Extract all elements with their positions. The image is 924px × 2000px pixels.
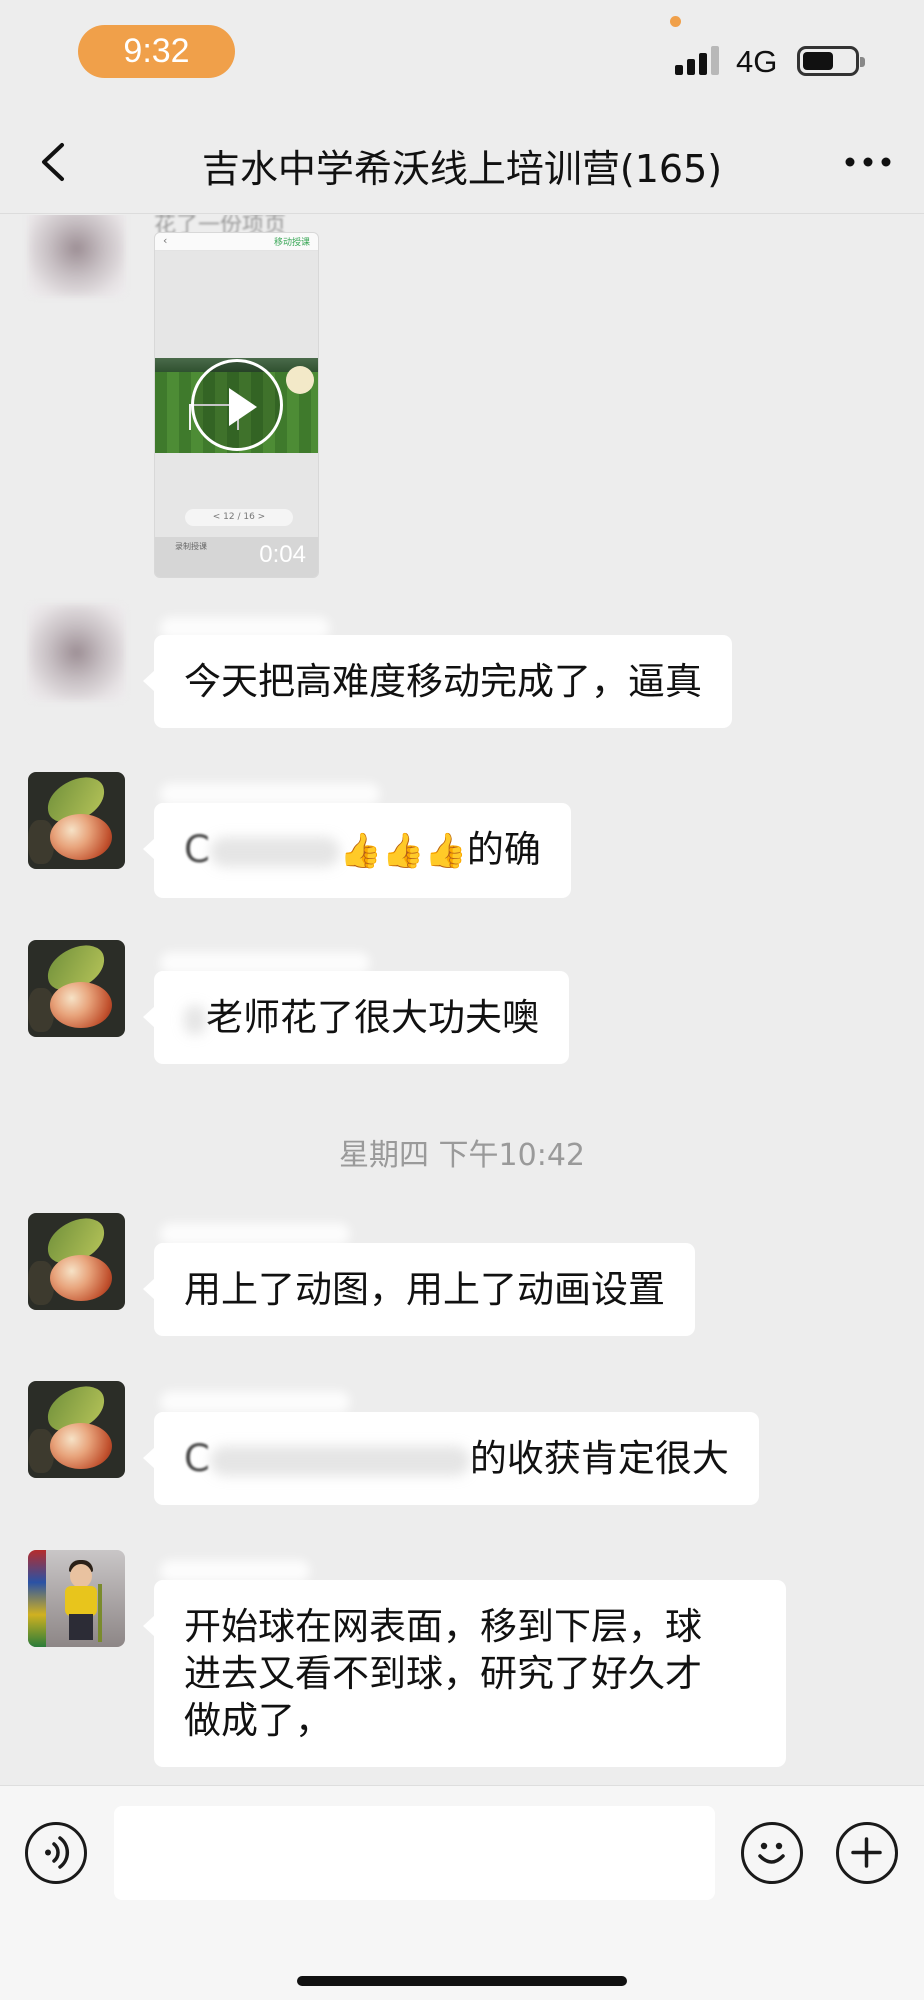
sender-avatar[interactable] bbox=[28, 772, 125, 869]
signal-bar bbox=[687, 59, 695, 75]
network-type: 4G bbox=[736, 44, 778, 79]
avatar-shelf bbox=[28, 1550, 46, 1647]
add-button[interactable] bbox=[836, 1822, 898, 1884]
thumbs-up-emoji: 👍 bbox=[424, 831, 467, 871]
avatar-head bbox=[70, 1564, 92, 1588]
message-text-line: 开始球在网表面，移到下层，球 bbox=[184, 1605, 702, 1648]
video-thumb-bottom-label: 录制授课 bbox=[175, 542, 207, 551]
sender-avatar[interactable] bbox=[28, 215, 125, 297]
sender-avatar[interactable] bbox=[28, 1381, 125, 1478]
chat-header: 吉水中学希沃线上培训营(165) bbox=[0, 110, 924, 214]
play-icon[interactable] bbox=[191, 359, 283, 451]
video-message[interactable]: ‹ 移动授课 < 12 / 16 > 录制授课 0:04 bbox=[154, 232, 319, 578]
privacy-indicator-dot bbox=[670, 16, 681, 27]
message-list[interactable]: 花了一份项页 ‹ 移动授课 < 12 / 16 > 录制授课 0:04 今天把高… bbox=[0, 215, 924, 1785]
sender-name-redacted bbox=[160, 783, 380, 805]
video-thumb-label: 移动授课 bbox=[273, 238, 310, 248]
message-bubble[interactable]: 开始球在网表面，移到下层，球 进去又看不到球，研究了好久才 做成了， bbox=[143, 1580, 786, 1767]
battery-level bbox=[803, 52, 833, 70]
video-thumb-toolbar: ‹ 移动授课 bbox=[155, 233, 318, 251]
avatar-fruit bbox=[50, 1255, 112, 1301]
signal-strength-icon bbox=[675, 45, 721, 75]
message-text-prefix: C bbox=[184, 1437, 210, 1480]
chat-title: 吉水中学希沃线上培训营(165) bbox=[201, 147, 723, 191]
avatar-scooter bbox=[98, 1584, 102, 1642]
back-button[interactable] bbox=[30, 135, 80, 189]
battery-icon bbox=[797, 46, 865, 76]
avatar-body bbox=[65, 1586, 97, 1616]
plus-icon bbox=[851, 1837, 882, 1868]
sender-avatar[interactable] bbox=[28, 1550, 125, 1647]
message-bubble[interactable]: 老师花了很大功夫噢 bbox=[143, 971, 569, 1064]
status-bar: 9:32 4G bbox=[0, 0, 924, 110]
home-indicator[interactable] bbox=[297, 1976, 627, 1986]
message-bubble[interactable]: C 的收获肯定很大 bbox=[143, 1412, 759, 1505]
message-bubble[interactable]: 用上了动图，用上了动画设置 bbox=[143, 1243, 695, 1336]
sender-name-redacted bbox=[160, 1391, 350, 1413]
avatar-fruit bbox=[50, 982, 112, 1028]
signal-bar bbox=[675, 65, 683, 75]
more-button[interactable] bbox=[842, 145, 894, 179]
sender-avatar[interactable] bbox=[28, 604, 125, 701]
input-bar bbox=[0, 1785, 924, 2000]
message-bubble[interactable]: 今天把高难度移动完成了，逼真 bbox=[143, 635, 732, 728]
voice-icon bbox=[45, 1836, 70, 1869]
message-text: 今天把高难度移动完成了，逼真 bbox=[184, 660, 702, 703]
message-text: 的收获肯定很大 bbox=[469, 1437, 729, 1480]
sender-name-redacted bbox=[160, 1223, 350, 1245]
message-input[interactable] bbox=[114, 1806, 715, 1900]
chevron-left-icon bbox=[42, 143, 64, 181]
video-duration: 0:04 bbox=[259, 541, 306, 568]
thumbs-up-emoji: 👍 bbox=[339, 831, 383, 871]
redacted-text bbox=[209, 836, 340, 867]
status-time: 9:32 bbox=[78, 25, 235, 78]
message-text: 的确 bbox=[466, 828, 541, 871]
avatar-fruit bbox=[50, 814, 112, 860]
chat-timestamp: 星期四 下午10:42 bbox=[339, 1138, 585, 1173]
redacted-text bbox=[209, 1445, 470, 1476]
battery-tip bbox=[860, 57, 865, 67]
video-thumb-pager: < 12 / 16 > bbox=[185, 509, 293, 526]
sender-avatar[interactable] bbox=[28, 940, 125, 1037]
thumbs-up-emoji: 👍 bbox=[382, 831, 425, 871]
message-text: 用上了动图，用上了动画设置 bbox=[184, 1268, 665, 1311]
voice-button[interactable] bbox=[25, 1822, 87, 1884]
message-text-line: 进去又看不到球，研究了好久才 bbox=[184, 1652, 702, 1695]
message-text-line: 做成了， bbox=[184, 1699, 332, 1742]
video-thumb-back-icon: ‹ bbox=[163, 234, 168, 247]
signal-bar bbox=[699, 53, 707, 75]
avatar-fruit bbox=[50, 1423, 112, 1469]
sender-avatar[interactable] bbox=[28, 1213, 125, 1310]
more-dots-icon bbox=[845, 157, 891, 167]
sender-name-redacted bbox=[160, 1560, 310, 1582]
emoji-smile-icon bbox=[758, 1842, 785, 1864]
message-text: 老师花了很大功夫噢 bbox=[206, 996, 539, 1039]
message-text-prefix: C bbox=[184, 828, 210, 871]
video-thumb-character bbox=[286, 366, 314, 394]
message-bubble[interactable]: C 👍👍👍的确 bbox=[143, 803, 571, 898]
emoji-button[interactable] bbox=[741, 1822, 803, 1884]
redacted-text bbox=[184, 1004, 206, 1035]
avatar-legs bbox=[69, 1614, 93, 1640]
signal-bar bbox=[711, 46, 719, 75]
